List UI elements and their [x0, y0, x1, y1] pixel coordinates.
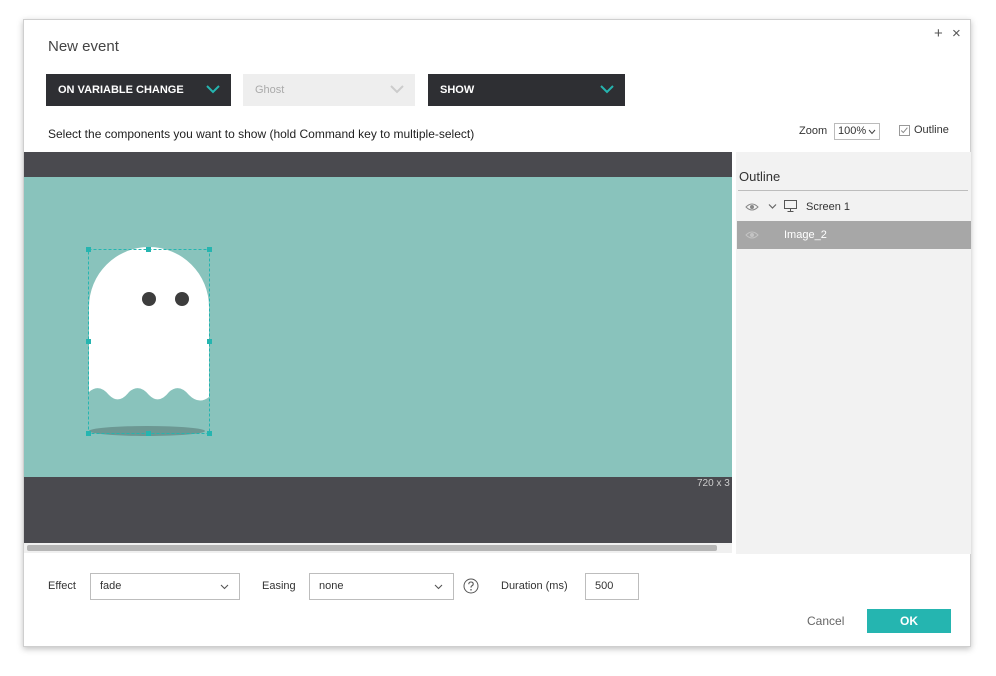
cancel-button[interactable]: Cancel	[807, 614, 844, 628]
add-icon[interactable]: +	[934, 26, 943, 42]
canvas-size-label: 720 x 3	[697, 478, 730, 489]
eye-icon[interactable]	[745, 230, 759, 240]
outline-item-image-2[interactable]: Image_2	[737, 221, 971, 249]
effect-value: fade	[100, 580, 122, 592]
scrollbar-thumb[interactable]	[27, 545, 717, 551]
design-canvas[interactable]: 720 x 3	[24, 152, 732, 543]
easing-value: none	[319, 580, 344, 592]
screen-area[interactable]	[24, 177, 732, 477]
ghost-image[interactable]	[84, 247, 214, 442]
trigger-select-value: ON VARIABLE CHANGE	[58, 84, 184, 96]
easing-label: Easing	[262, 580, 296, 592]
outline-divider	[738, 190, 968, 191]
check-icon	[900, 127, 908, 134]
chevron-down-icon	[868, 129, 876, 135]
instruction-text: Select the components you want to show (…	[48, 127, 475, 141]
ok-button[interactable]: OK	[867, 609, 951, 633]
outline-item-label: Screen 1	[806, 201, 851, 213]
chevron-down-icon	[434, 584, 443, 590]
close-icon[interactable]: ×	[952, 26, 961, 42]
outline-panel: Outline Screen 1 Image_2	[736, 152, 971, 554]
new-event-dialog: New event + × ON VARIABLE CHANGE Ghost S…	[23, 19, 971, 647]
chevron-down-icon[interactable]	[768, 203, 777, 210]
help-icon[interactable]	[463, 578, 479, 594]
outline-item-label: Image_2	[784, 229, 827, 241]
effect-label: Effect	[48, 580, 76, 592]
variable-select-value: Ghost	[255, 84, 285, 96]
chevron-down-icon	[206, 85, 220, 94]
effect-select[interactable]: fade	[90, 573, 240, 600]
outline-checkbox-label: Outline	[914, 124, 949, 136]
dialog-title: New event	[48, 38, 119, 55]
action-select-value: SHOW	[440, 84, 475, 96]
trigger-select[interactable]: ON VARIABLE CHANGE	[46, 74, 231, 106]
duration-label: Duration (ms)	[501, 580, 568, 592]
outline-title: Outline	[739, 169, 781, 184]
outline-item-screen-1[interactable]: Screen 1	[737, 193, 971, 221]
variable-select[interactable]: Ghost	[243, 74, 415, 106]
action-select[interactable]: SHOW	[428, 74, 625, 106]
zoom-label: Zoom	[799, 125, 828, 137]
duration-value: 500	[595, 580, 614, 592]
outline-checkbox[interactable]	[899, 125, 910, 136]
monitor-icon	[784, 200, 797, 212]
chevron-down-icon	[390, 85, 404, 94]
zoom-select[interactable]: 100%	[834, 123, 880, 140]
eye-icon[interactable]	[745, 202, 759, 212]
chevron-down-icon	[600, 85, 614, 94]
duration-input[interactable]: 500	[585, 573, 639, 600]
zoom-value: 100%	[838, 125, 867, 137]
chevron-down-icon	[220, 584, 229, 590]
easing-select[interactable]: none	[309, 573, 454, 600]
canvas-horizontal-scrollbar[interactable]	[24, 543, 732, 553]
